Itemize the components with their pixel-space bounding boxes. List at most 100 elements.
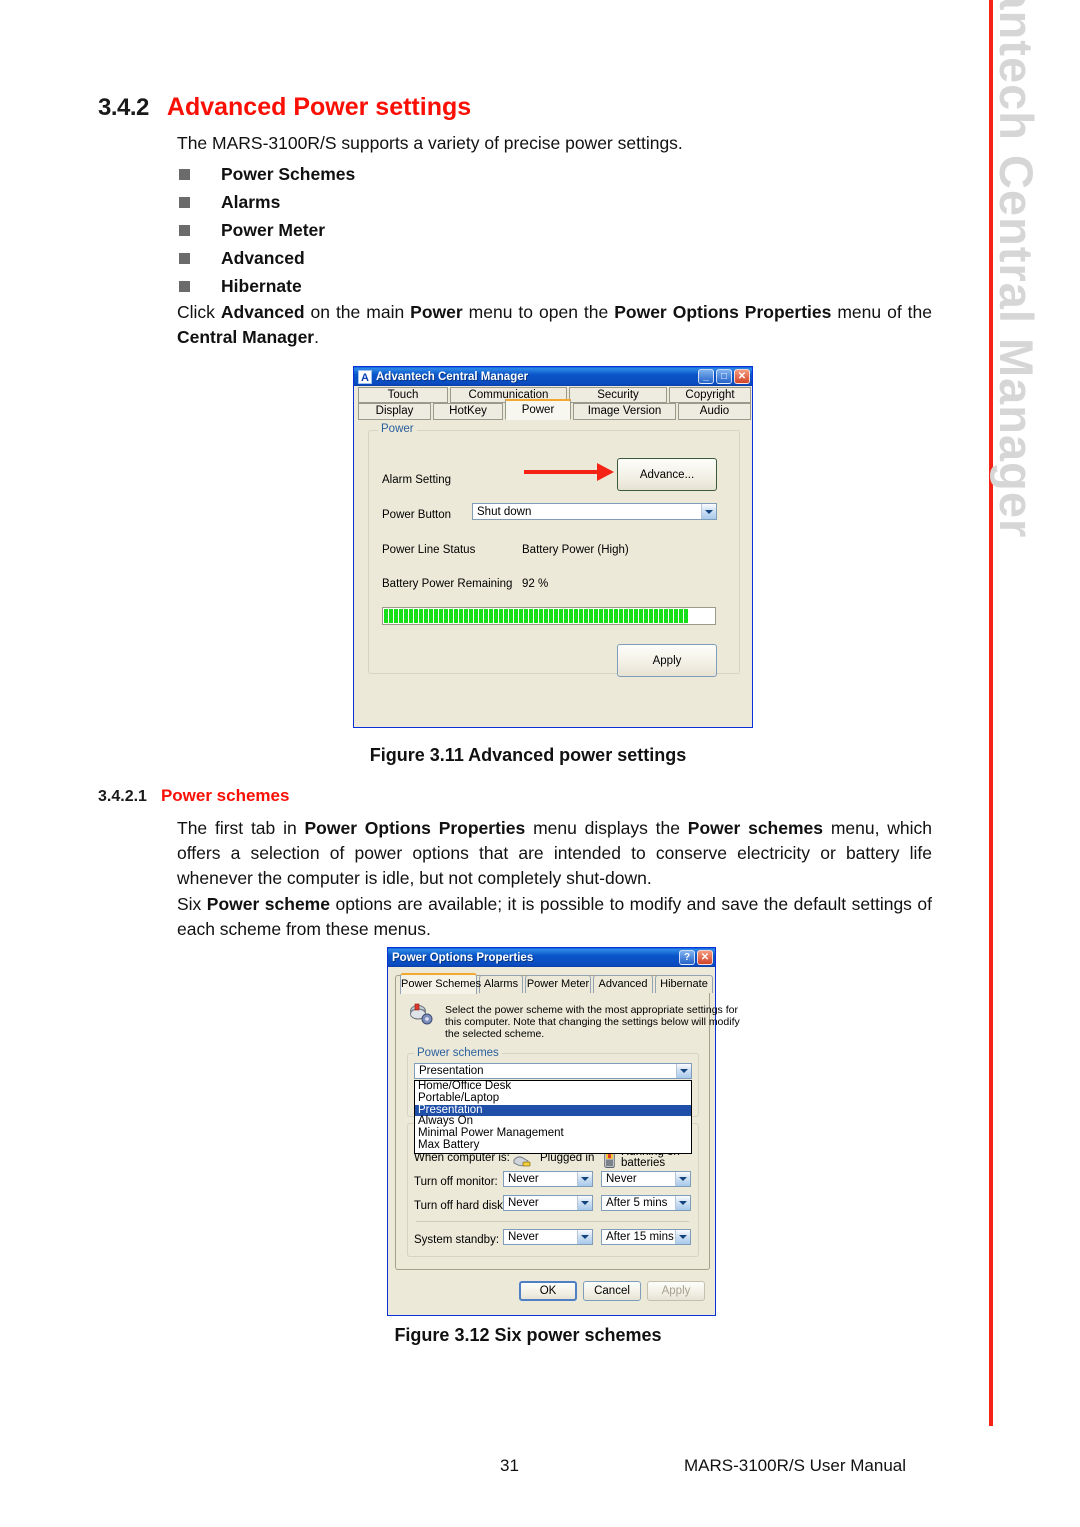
chevron-down-icon[interactable] (675, 1230, 690, 1244)
turn-off-monitor-battery-value: Never (606, 1173, 637, 1185)
progress-segment (614, 609, 618, 623)
maximize-button[interactable]: □ (716, 369, 732, 384)
square-bullet-icon (179, 224, 190, 236)
progress-segment (569, 609, 573, 623)
power-scheme-dropdown-list[interactable]: Home/Office Desk Portable/Laptop Presentat… (414, 1080, 692, 1154)
battery-remaining-label: Battery Power Remaining (382, 578, 513, 590)
help-button[interactable]: ? (679, 950, 695, 965)
tab-power-meter[interactable]: Power Meter (525, 975, 591, 993)
battery-progress-bar (382, 607, 716, 625)
power-scheme-combo[interactable]: Presentation (414, 1063, 692, 1079)
power-button-combo[interactable]: Shut down (472, 503, 717, 520)
subsection-number: 3.4.2.1 (98, 788, 147, 805)
progress-segment (554, 609, 558, 623)
progress-segment (389, 609, 393, 623)
tab-advanced[interactable]: Advanced (593, 975, 653, 993)
cancel-button[interactable]: Cancel (583, 1281, 641, 1301)
minimize-button[interactable]: _ (698, 369, 714, 384)
annotation-arrow-head (597, 463, 614, 481)
p1-c: menu displays the (525, 818, 688, 838)
tab-power-schemes[interactable]: Power Schemes (400, 973, 481, 994)
tab-touch[interactable]: Touch (358, 387, 448, 403)
power-options-properties-window[interactable]: Power Options Properties ? ✕ Power Schem… (387, 947, 740, 1316)
window-title: Advantech Central Manager (376, 370, 529, 383)
progress-segment (534, 609, 538, 623)
subsection-paragraph-1: The first tab in Power Options Propertie… (177, 816, 932, 891)
square-bullet-icon (179, 196, 190, 208)
chevron-down-icon[interactable] (676, 1064, 691, 1078)
alarm-setting-label: Alarm Setting (382, 474, 452, 486)
window-title-bar[interactable]: Power Options Properties ? ✕ (388, 948, 715, 967)
list-item: Advanced (177, 244, 777, 272)
chevron-down-icon[interactable] (675, 1172, 690, 1186)
turn-off-monitor-plugged-value: Never (508, 1173, 539, 1185)
system-standby-plugged-combo[interactable]: Never (503, 1229, 593, 1245)
apply-button[interactable]: Apply (617, 644, 717, 677)
progress-segment (479, 609, 483, 623)
column-batteries-line-2: batteries (621, 1157, 666, 1169)
tab-bar[interactable]: Power Schemes Alarms Power Meter Advance… (395, 973, 713, 995)
manual-title: MARS-3100R/S User Manual (684, 1456, 907, 1475)
close-button[interactable]: ✕ (697, 950, 713, 965)
progress-segment (664, 609, 668, 623)
turn-off-hard-disks-battery-combo[interactable]: After 5 mins (601, 1195, 691, 1211)
window-controls[interactable]: _ □ ✕ (698, 369, 750, 384)
progress-segment (564, 609, 568, 623)
tab-image-version[interactable]: Image Version (573, 403, 676, 420)
progress-segment (394, 609, 398, 623)
instr-a: Click (177, 302, 221, 322)
p2-b: Power scheme (206, 894, 330, 914)
tab-hibernate[interactable]: Hibernate (655, 975, 713, 993)
chevron-down-icon[interactable] (577, 1196, 592, 1210)
progress-segment (514, 609, 518, 623)
tab-bar[interactable]: Touch Communication Security Copyright D… (354, 387, 752, 420)
advantech-central-manager-window[interactable]: A Advantech Central Manager _ □ ✕ Touch … (353, 366, 753, 728)
progress-segment (439, 609, 443, 623)
manual-page: Chapter 3 Advantech Central Manager 3.4.… (0, 0, 1080, 1527)
progress-segment (679, 609, 683, 623)
progress-segment (499, 609, 503, 623)
progress-segment (579, 609, 583, 623)
instr-h: Central Manager (177, 327, 315, 347)
figure-312-caption: Figure 3.12 Six power schemes (394, 1325, 662, 1345)
dropdown-option[interactable]: Max Battery (415, 1139, 691, 1152)
chevron-down-icon[interactable] (675, 1196, 690, 1210)
turn-off-hard-disks-label: Turn off hard disks: (414, 1200, 512, 1212)
p1-a: The first tab in (177, 818, 305, 838)
progress-segment (594, 609, 598, 623)
progress-segment (489, 609, 493, 623)
close-button[interactable]: ✕ (734, 369, 750, 384)
tab-audio[interactable]: Audio (678, 403, 751, 420)
tab-hotkey[interactable]: HotKey (433, 403, 503, 420)
tab-display[interactable]: Display (358, 403, 431, 420)
progress-segment (639, 609, 643, 623)
dropdown-option[interactable]: Portable/Laptop (415, 1092, 691, 1105)
chevron-down-icon[interactable] (701, 504, 716, 519)
progress-segment (464, 609, 468, 623)
turn-off-monitor-plugged-combo[interactable]: Never (503, 1171, 593, 1187)
power-line-status-label: Power Line Status (382, 544, 476, 556)
tab-alarms[interactable]: Alarms (479, 975, 523, 993)
description-line-2: this computer. Note that changing the se… (445, 1016, 740, 1028)
ok-button[interactable]: OK (519, 1281, 577, 1301)
p1-d: Power schemes (687, 818, 824, 838)
window-title-bar[interactable]: A Advantech Central Manager _ □ ✕ (354, 367, 752, 386)
window-title: Power Options Properties (392, 951, 534, 964)
tab-power[interactable]: Power (505, 399, 571, 420)
tab-security[interactable]: Security (569, 387, 667, 403)
power-schemes-group-label: Power schemes (414, 1047, 502, 1059)
instr-i: . (314, 327, 319, 347)
turn-off-hard-disks-plugged-combo[interactable]: Never (503, 1195, 593, 1211)
tab-copyright[interactable]: Copyright (669, 387, 751, 403)
turn-off-monitor-battery-combo[interactable]: Never (601, 1171, 691, 1187)
system-standby-battery-combo[interactable]: After 15 mins (601, 1229, 691, 1245)
section-number: 3.4.2 (98, 94, 149, 121)
progress-segment (629, 609, 633, 623)
progress-segment (619, 609, 623, 623)
chevron-down-icon[interactable] (577, 1230, 592, 1244)
window-controls[interactable]: ? ✕ (679, 950, 713, 965)
progress-segment (419, 609, 423, 623)
square-bullet-icon (179, 252, 190, 264)
advance-button[interactable]: Advance... (617, 458, 717, 491)
chevron-down-icon[interactable] (577, 1172, 592, 1186)
